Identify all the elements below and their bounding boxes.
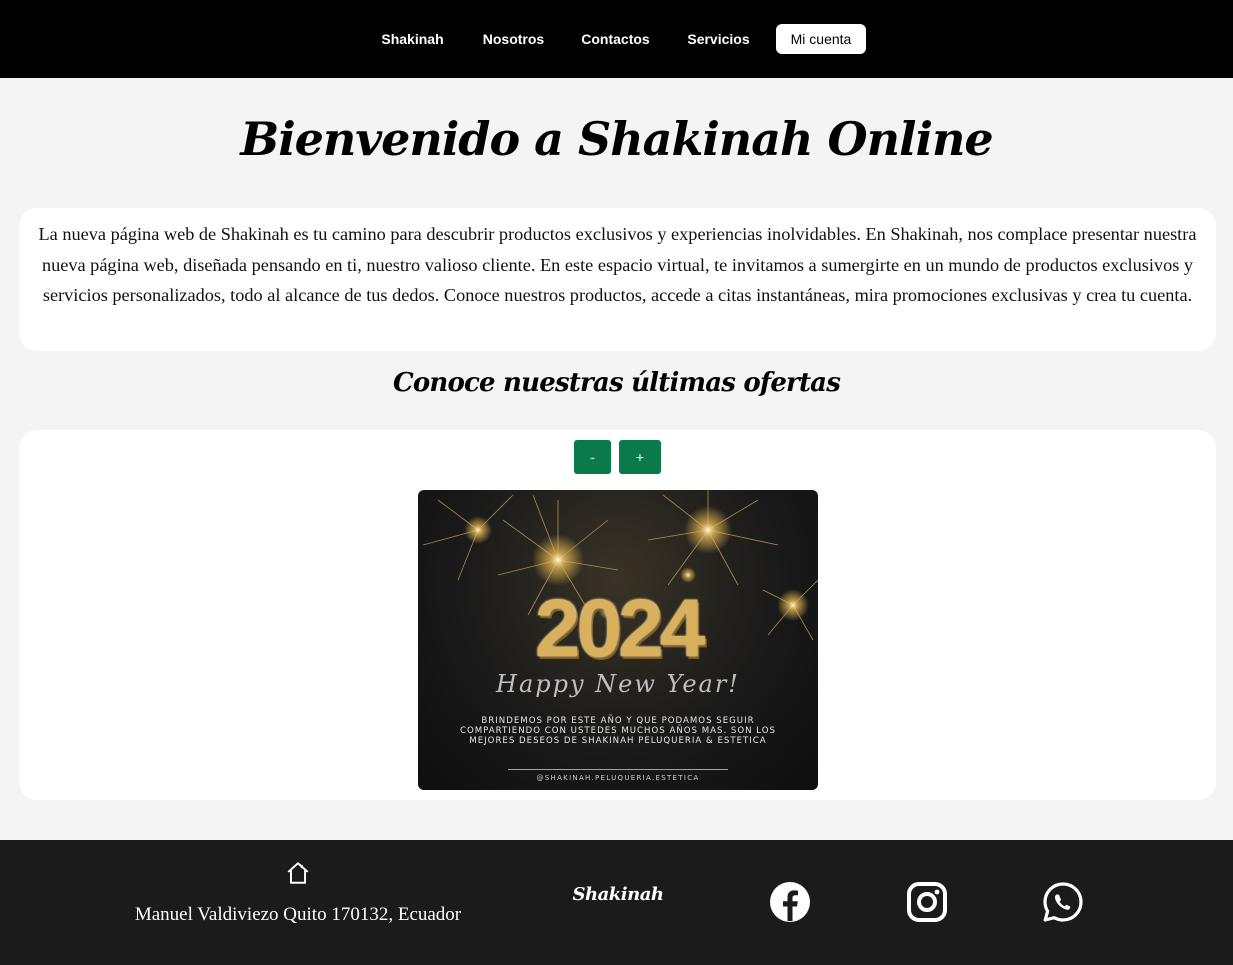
- nav-servicios[interactable]: Servicios: [672, 24, 765, 54]
- promo-divider: [508, 769, 728, 770]
- nav-nosotros[interactable]: Nosotros: [467, 24, 560, 54]
- footer: Manuel Valdiviezo Quito 170132, Ecuador …: [0, 840, 1233, 965]
- prev-slide-button[interactable]: -: [574, 440, 611, 474]
- instagram-icon[interactable]: [906, 881, 948, 923]
- promo-greeting: Happy New Year!: [496, 670, 740, 698]
- intro-card: La nueva página web de Shakinah es tu ca…: [19, 208, 1216, 351]
- promo-image: 2024 Happy New Year! BRINDEMOS POR ESTE …: [418, 490, 818, 790]
- nav-contactos[interactable]: Contactos: [569, 24, 662, 54]
- top-nav: Shakinah Nosotros Contactos Servicios Mi…: [0, 0, 1233, 78]
- nav-shakinah[interactable]: Shakinah: [366, 24, 459, 54]
- promo-message: BRINDEMOS POR ESTE AÑO Y QUE PODAMOS SEG…: [459, 716, 777, 746]
- promo-handle: @SHAKINAH.PELUQUERIA.ESTETICA: [536, 774, 700, 782]
- page-title: Bienvenido a Shakinah Online: [240, 112, 993, 166]
- home-icon: [287, 862, 309, 884]
- facebook-icon[interactable]: [769, 881, 811, 923]
- next-slide-button[interactable]: +: [619, 440, 661, 474]
- nav-mi-cuenta[interactable]: Mi cuenta: [776, 24, 866, 54]
- offers-carousel: - + 2024 Happy New Year! BRINDEMOS POR E…: [19, 430, 1216, 800]
- whatsapp-icon[interactable]: [1042, 881, 1084, 923]
- promo-year: 2024: [534, 583, 705, 674]
- footer-address: Manuel Valdiviezo Quito 170132, Ecuador: [134, 904, 462, 925]
- intro-text: La nueva página web de Shakinah es tu ca…: [38, 224, 1197, 306]
- footer-brand-logo: Shakinah: [572, 884, 664, 905]
- offers-title: Conoce nuestras últimas ofertas: [392, 368, 841, 398]
